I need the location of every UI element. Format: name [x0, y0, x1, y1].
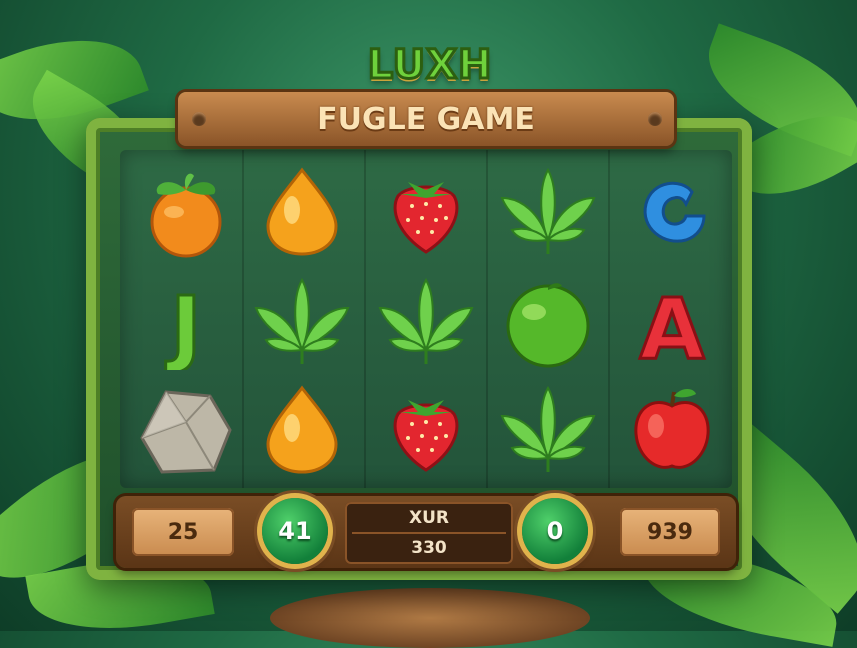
reel-divider: [486, 150, 488, 488]
center-label: XUR: [408, 508, 449, 528]
reel-divider: [242, 150, 244, 488]
sign-nail-icon: [192, 112, 206, 126]
symbol-stone: [134, 378, 238, 482]
left-value-box: 25: [132, 508, 234, 556]
dirt-path: [270, 588, 590, 648]
symbol-leaf: [250, 270, 354, 374]
right-value-box: 939: [620, 508, 720, 556]
symbol-letter-a: A: [620, 270, 724, 374]
leaf-icon: [500, 385, 596, 472]
left-value: 25: [167, 519, 199, 545]
game-title: FUGLE GAME: [317, 101, 535, 137]
orange-drop-icon: [266, 167, 338, 256]
right-value: 939: [647, 519, 693, 545]
symbol-strawberry: [374, 160, 478, 264]
center-value: 330: [411, 538, 447, 558]
symbol-green-apple: [496, 270, 600, 374]
reel-divider: [608, 150, 610, 488]
reel-divider: [364, 150, 366, 488]
symbol-leaf: [496, 160, 600, 264]
right-circle-button[interactable]: 0: [522, 498, 588, 564]
red-apple-icon: [634, 389, 710, 469]
letter-j-icon: J: [164, 277, 203, 371]
symbol-letter-j: J: [134, 270, 238, 374]
orange-drop-icon: [266, 385, 338, 474]
game-title-sign: FUGLE GAME: [178, 92, 674, 146]
orange-icon: [150, 173, 222, 258]
left-circle-button[interactable]: 41: [262, 498, 328, 564]
symbol-strawberry: [374, 378, 478, 482]
strawberry-icon: [393, 400, 459, 472]
stone-icon: [140, 390, 232, 474]
symbol-letter-c: [620, 160, 724, 264]
sign-nail-icon: [648, 112, 662, 126]
blue-c-icon: [643, 181, 706, 243]
letter-a-text: A: [639, 280, 704, 370]
symbol-red-apple: [620, 378, 724, 482]
symbol-leaf: [496, 378, 600, 482]
leaf-icon: [378, 277, 474, 364]
leaf-icon: [254, 277, 350, 364]
strawberry-icon: [393, 182, 459, 254]
symbol-leaf: [374, 270, 478, 374]
symbol-orange-drop: [250, 378, 354, 482]
game-logo: LUXH: [366, 41, 493, 90]
center-divider: [352, 532, 506, 534]
left-circle-value: 41: [278, 517, 312, 545]
leaf-icon: [500, 167, 596, 254]
symbol-orange-drop: [250, 160, 354, 264]
letter-a-icon: A: [638, 279, 706, 371]
symbol-orange: [134, 160, 238, 264]
green-apple-icon: [506, 283, 590, 368]
right-circle-value: 0: [546, 517, 564, 545]
letter-j-text: J: [165, 278, 201, 370]
